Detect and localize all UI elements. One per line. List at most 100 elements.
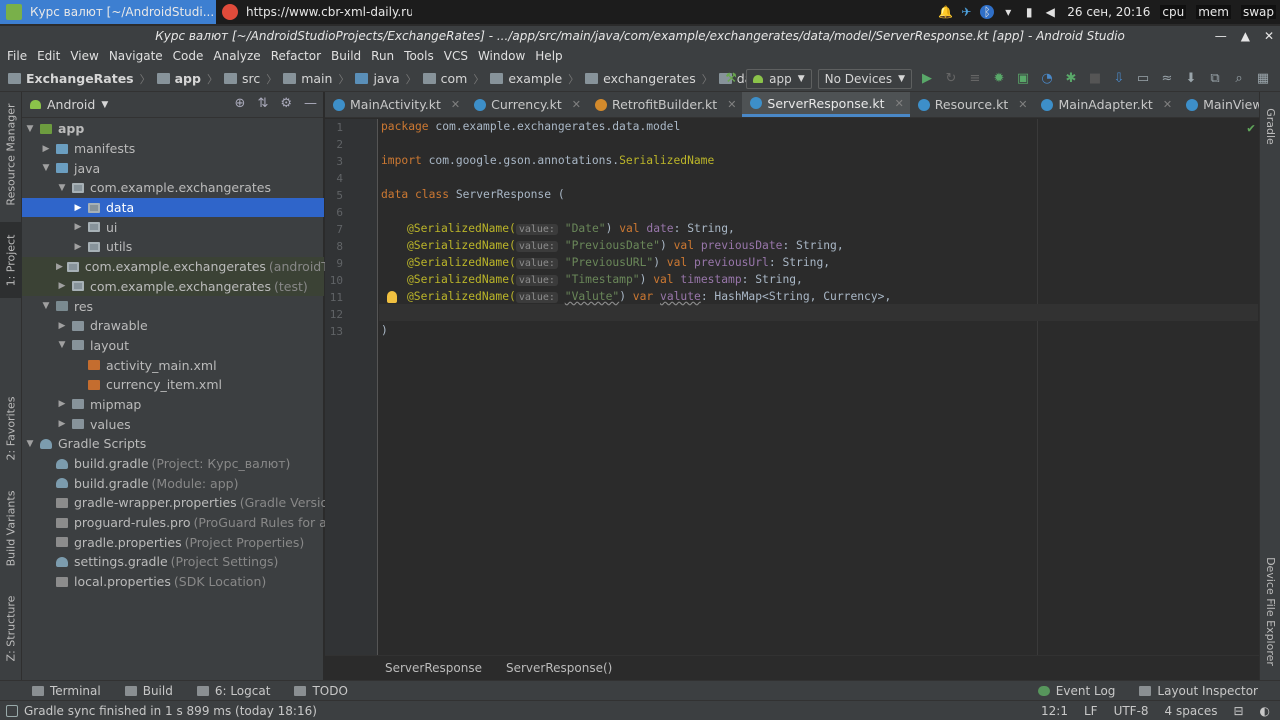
volume-icon[interactable]: ◀: [1043, 5, 1057, 19]
profile-icon[interactable]: ◔: [1038, 70, 1056, 88]
project-view-select[interactable]: Android ▼: [30, 97, 108, 112]
tool-tab-todo[interactable]: TODO: [294, 684, 348, 698]
apply-code-icon[interactable]: ≡: [966, 70, 984, 88]
tool-tab-logcat[interactable]: 6: Logcat: [196, 684, 270, 698]
collapsed-arrow-icon[interactable]: ▶: [56, 262, 63, 272]
menu-tools[interactable]: Tools: [399, 49, 439, 63]
close-icon[interactable]: ✕: [451, 98, 460, 111]
menu-window[interactable]: Window: [473, 49, 530, 63]
menu-build[interactable]: Build: [326, 49, 366, 63]
expanded-arrow-icon[interactable]: ▼: [56, 183, 68, 193]
debug-icon[interactable]: ✹: [990, 70, 1008, 88]
apply-changes-icon[interactable]: ↻: [942, 70, 960, 88]
menu-navigate[interactable]: Navigate: [104, 49, 168, 63]
menu-analyze[interactable]: Analyze: [208, 49, 265, 63]
line-separator[interactable]: LF: [1084, 704, 1098, 718]
menu-vcs[interactable]: VCS: [439, 49, 473, 63]
tab-mainviewmodel[interactable]: MainViewModel.kt✕: [1178, 92, 1259, 117]
clock[interactable]: 26 сен, 20:16: [1067, 5, 1150, 19]
tab-mainactivity[interactable]: MainActivity.kt ✕: [325, 92, 466, 117]
tree-node-gradle-scripts[interactable]: ▼ Gradle Scripts: [22, 434, 324, 454]
telegram-icon[interactable]: ✈: [959, 5, 973, 19]
tree-node-drawable[interactable]: ▶ drawable: [22, 316, 324, 336]
breadcrumb-constructor[interactable]: ServerResponse(): [506, 661, 612, 675]
tree-node-activity-main-xml[interactable]: activity_main.xml: [22, 355, 324, 375]
hammer-icon[interactable]: ⚒: [722, 70, 740, 88]
tree-node-package-main[interactable]: ▼ com.example.exchangerates: [22, 178, 324, 198]
sync-project-icon[interactable]: ⇩: [1110, 70, 1128, 88]
caret-position[interactable]: 12:1: [1041, 704, 1068, 718]
collapsed-arrow-icon[interactable]: ▶: [56, 419, 68, 429]
breadcrumb-java[interactable]: java 〉: [355, 71, 422, 87]
menu-file[interactable]: File: [2, 49, 32, 63]
close-icon[interactable]: ✕: [1264, 26, 1274, 46]
tool-tab-layout-inspector[interactable]: Layout Inspector: [1139, 684, 1258, 698]
menu-help[interactable]: Help: [530, 49, 567, 63]
tab-resource[interactable]: Resource.kt ✕: [910, 92, 1034, 117]
tool-tab-event-log[interactable]: Event Log: [1037, 684, 1115, 698]
tree-node-ui[interactable]: ▶ ui: [22, 217, 324, 237]
hide-panel-icon[interactable]: —: [304, 96, 317, 111]
stop-icon[interactable]: ■: [1086, 70, 1104, 88]
lightbulb-icon[interactable]: [387, 291, 397, 303]
gradle-sync-icon[interactable]: ≈: [1158, 70, 1176, 88]
taskbar-window-browser[interactable]: https://www.cbr-xml-daily.ru/...: [216, 0, 412, 24]
update-icon[interactable]: ▦: [1254, 70, 1272, 88]
tool-tab-structure[interactable]: Z: Structure: [0, 588, 22, 668]
expanded-arrow-icon[interactable]: ▼: [24, 124, 36, 134]
run-config-select[interactable]: app ▼: [746, 68, 812, 89]
tab-mainadapter[interactable]: MainAdapter.kt ✕: [1033, 92, 1178, 117]
expanded-arrow-icon[interactable]: ▼: [56, 340, 68, 350]
tree-node-manifests[interactable]: ▶ manifests: [22, 139, 324, 159]
collapsed-arrow-icon[interactable]: ▶: [56, 399, 68, 409]
tree-node-gradle-wrapper-properties[interactable]: gradle-wrapper.properties (Gradle Version…: [22, 493, 341, 513]
close-icon[interactable]: ✕: [572, 98, 581, 111]
inspector-icon[interactable]: ◐: [1260, 704, 1270, 718]
breadcrumb-project[interactable]: ExchangeRates 〉: [8, 71, 157, 87]
tab-retrofitbuilder[interactable]: RetrofitBuilder.kt ✕: [587, 92, 742, 117]
tree-node-data[interactable]: ▶ data: [22, 197, 324, 218]
tool-tab-terminal[interactable]: Terminal: [32, 684, 101, 698]
menu-edit[interactable]: Edit: [32, 49, 65, 63]
menu-run[interactable]: Run: [366, 49, 399, 63]
device-select[interactable]: No Devices ▼: [817, 68, 912, 89]
menu-refactor[interactable]: Refactor: [266, 49, 326, 63]
collapsed-arrow-icon[interactable]: ▶: [72, 203, 84, 213]
settings-gear-icon[interactable]: ⚙: [280, 96, 292, 111]
attach-debugger-icon[interactable]: ✱: [1062, 70, 1080, 88]
tab-serverresponse[interactable]: ServerResponse.kt ✕: [742, 92, 910, 117]
close-icon[interactable]: ✕: [895, 97, 904, 110]
tree-node-local-properties[interactable]: local.properties (SDK Location): [22, 572, 324, 592]
maximize-icon[interactable]: ▲: [1241, 26, 1250, 46]
expanded-arrow-icon[interactable]: ▼: [24, 439, 36, 449]
tree-node-package-androidtest[interactable]: ▶ com.example.exchangerates (androidTest): [22, 256, 351, 277]
tree-node-layout[interactable]: ▼ layout: [22, 336, 324, 356]
tree-node-currency-item-xml[interactable]: currency_item.xml: [22, 375, 324, 395]
tool-tab-favorites[interactable]: 2: Favorites: [0, 388, 22, 468]
locate-file-icon[interactable]: ⊕: [235, 96, 246, 111]
collapsed-arrow-icon[interactable]: ▶: [72, 242, 84, 252]
expanded-arrow-icon[interactable]: ▼: [40, 301, 52, 311]
close-icon[interactable]: ✕: [1018, 98, 1027, 111]
tool-tab-build[interactable]: Build: [124, 684, 173, 698]
tree-node-build-gradle-module[interactable]: build.gradle (Module: app): [22, 473, 324, 493]
tree-node-utils[interactable]: ▶ utils: [22, 237, 324, 257]
avd-manager-icon[interactable]: ▭: [1134, 70, 1152, 88]
expanded-arrow-icon[interactable]: ▼: [40, 163, 52, 173]
layout-inspector-icon[interactable]: ⧉: [1206, 70, 1224, 88]
collapsed-arrow-icon[interactable]: ▶: [56, 281, 68, 291]
breadcrumb-com[interactable]: com 〉: [422, 71, 491, 87]
close-icon[interactable]: ✕: [1163, 98, 1172, 111]
tool-tab-gradle[interactable]: Gradle: [1260, 98, 1280, 154]
file-encoding[interactable]: UTF-8: [1114, 704, 1149, 718]
coverage-icon[interactable]: ▣: [1014, 70, 1032, 88]
bluetooth-icon[interactable]: ᛒ: [980, 5, 995, 19]
status-message[interactable]: Gradle sync finished in 1 s 899 ms (toda…: [24, 704, 317, 718]
tree-node-build-gradle-project[interactable]: build.gradle (Project: Курс_валют): [22, 454, 324, 474]
tab-currency[interactable]: Currency.kt ✕: [466, 92, 587, 117]
menu-view[interactable]: View: [65, 49, 103, 63]
breadcrumb-main[interactable]: main 〉: [283, 71, 355, 87]
bell-icon[interactable]: 🔔: [938, 5, 953, 19]
menu-code[interactable]: Code: [168, 49, 209, 63]
tree-node-java[interactable]: ▼ java: [22, 158, 324, 178]
